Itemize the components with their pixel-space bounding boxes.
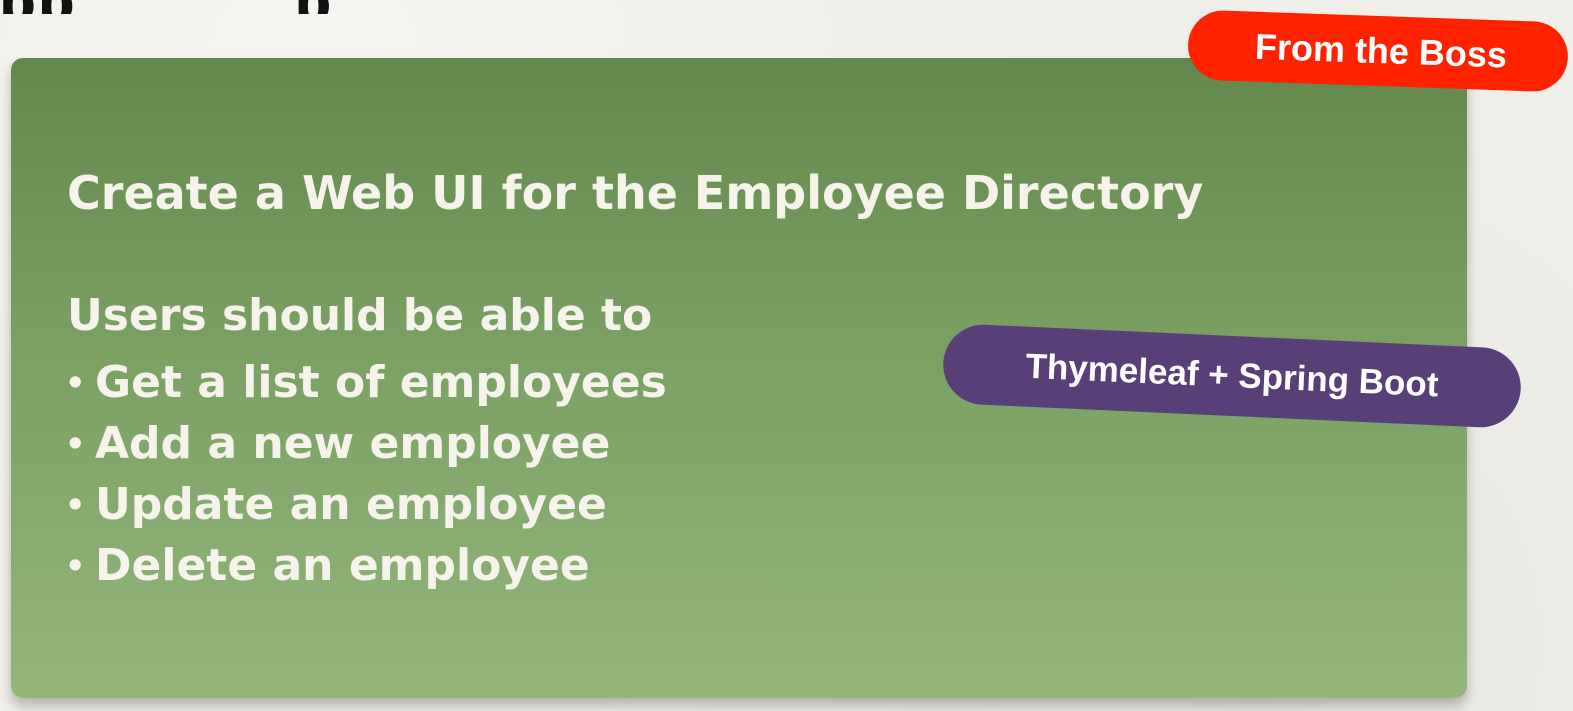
bullet-icon: • [65,546,86,585]
list-item: • Delete an employee [65,535,667,596]
list-item: • Update an employee [65,474,667,535]
from-boss-badge: From the Boss [1186,9,1570,93]
list-item: • Get a list of employees [65,352,667,413]
list-item-text: Delete an employee [95,540,590,591]
list-item-text: Update an employee [95,479,607,530]
bullet-icon: • [65,424,86,463]
list-item-text: Add a new employee [95,418,611,469]
list-item: • Add a new employee [65,413,667,474]
slide-title-fragment: pp p [0,0,518,14]
card-intro: Users should be able to [67,290,653,341]
requirements-list: • Get a list of employees • Add a new em… [65,352,667,596]
bullet-icon: • [65,485,86,524]
title-glyphs: pp p [0,0,332,14]
list-item-text: Get a list of employees [95,357,667,408]
card-heading: Create a Web UI for the Employee Directo… [67,166,1204,220]
bullet-icon: • [65,363,86,402]
